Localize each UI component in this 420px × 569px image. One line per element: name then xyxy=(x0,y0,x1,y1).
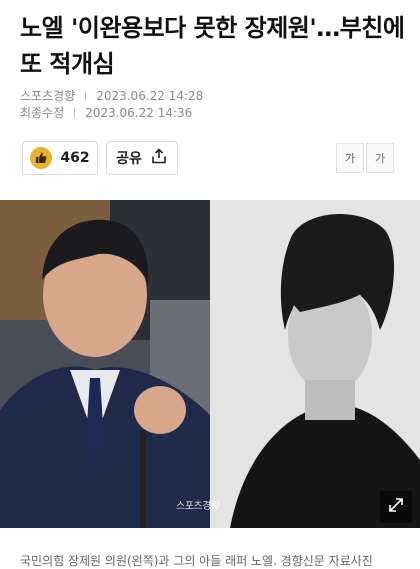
like-button[interactable]: 462 xyxy=(22,141,98,175)
published-time: 2023.06.22 14:28 xyxy=(96,88,204,103)
divider xyxy=(74,107,76,118)
article-headline: 노엘 '이완용보다 못한 장제원'…부친에 또 적개심 xyxy=(20,14,405,78)
expand-icon xyxy=(387,496,405,518)
share-label: 공유 xyxy=(116,151,142,167)
photo-caption: 국민의힘 장제원 의원(왼쪽)과 그의 아들 래퍼 노엘. 경향신문 자료사진 xyxy=(20,554,373,568)
publish-info: 스포츠경향 2023.06.22 14:28 xyxy=(20,87,203,104)
like-count: 462 xyxy=(60,150,90,166)
expand-photo-button[interactable] xyxy=(380,491,412,523)
font-size-increase-button[interactable]: 가 xyxy=(366,143,394,173)
article-photo xyxy=(0,200,420,528)
source-name: 스포츠경향 xyxy=(20,89,76,103)
like-icon xyxy=(30,147,53,169)
modified-info: 최종수정 2023.06.22 14:36 xyxy=(20,104,192,121)
share-button[interactable]: 공유 xyxy=(106,141,178,175)
divider xyxy=(85,90,87,101)
font-size-decrease-button[interactable]: 가 xyxy=(336,143,364,173)
share-icon xyxy=(150,147,168,169)
modified-time: 2023.06.22 14:36 xyxy=(85,105,193,120)
modified-label: 최종수정 xyxy=(20,106,65,120)
photo-watermark: 스포츠경향 xyxy=(176,501,220,512)
